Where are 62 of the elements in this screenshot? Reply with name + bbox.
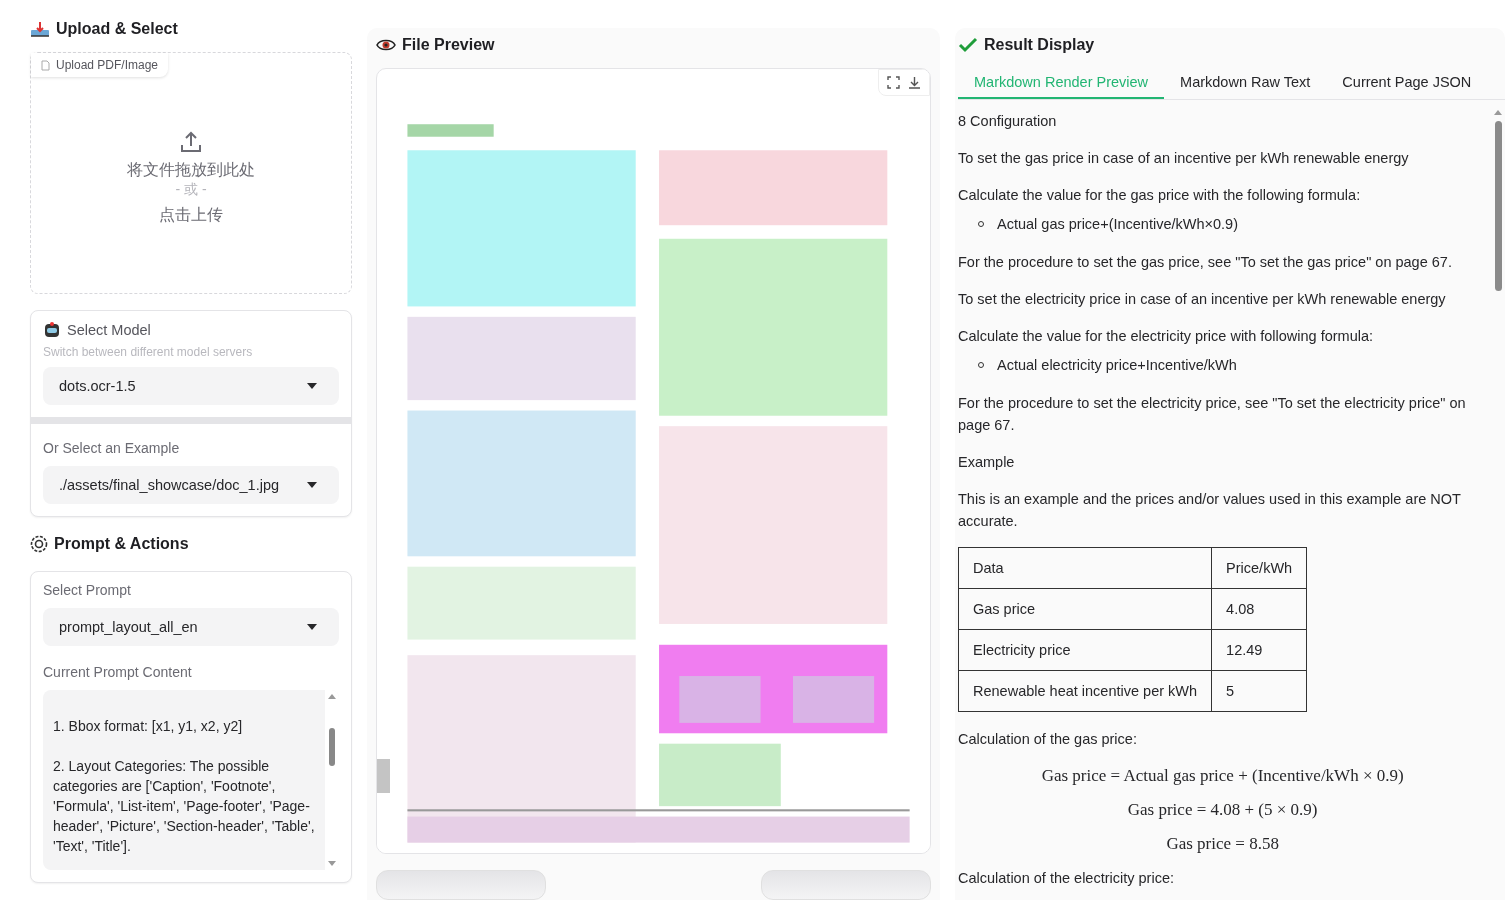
- prompt-text-area[interactable]: 1. Bbox format: [x1, y1, x2, y2] 2. Layout Categories: The possible categories are ['Caption', 'Footnote', 'Formula', 'List-item', 'Page-footer', 'Page-header', 'Picture', 'Section-header', 'Table', 'Text', 'Title'].: [43, 690, 339, 870]
- dropdown[interactable]: dots.ocr-1.5: [43, 367, 339, 405]
- robot-icon: [43, 321, 61, 339]
- paragraph: Calculation of the electricity price:: [958, 869, 1175, 888]
- paragraph: To set the electricity price in case of an incentive per kWh renewable energy: [958, 290, 1447, 309]
- formula: Gas price = Actual gas price + (Incentive/kWh × 0.9): [1040, 765, 1405, 787]
- formula: Gas price = 4.08 + (5 × 0.9): [1126, 799, 1319, 821]
- caret-icon: [307, 383, 317, 389]
- paragraph: Example: [958, 453, 1016, 472]
- list-item: Actual electricity price+Incentive/kWh: [997, 356, 1237, 375]
- dropdown[interactable]: ./assets/final_showcase/doc_1.jpg: [43, 466, 339, 504]
- scrollbar-thumb[interactable]: [329, 728, 335, 766]
- scrollbar[interactable]: [377, 759, 390, 793]
- paragraph: 8 Configuration: [958, 112, 1058, 131]
- upload-icon: [179, 130, 203, 154]
- tab[interactable]: Current Page JSON: [1326, 66, 1488, 99]
- table-cell: 12.49: [1211, 629, 1307, 671]
- paragraph: Calculate the value for the gas price with the following formula:: [958, 186, 1362, 205]
- section-title: File Preview: [402, 36, 495, 54]
- scroll-up-icon[interactable]: [1494, 110, 1503, 115]
- field-hint: Switch between different model servers: [43, 345, 254, 359]
- dropdown[interactable]: prompt_layout_all_en: [43, 608, 339, 646]
- upload-tray-icon: [30, 21, 50, 37]
- upload-dropzone[interactable]: Upload PDF/Image 将文件拖放到此处 - 或 - 点击上传: [30, 52, 352, 294]
- field-label: Current Prompt Content: [43, 664, 193, 680]
- paragraph: To set the gas price in case of an incentive per kWh renewable energy: [958, 149, 1410, 168]
- check-icon: [958, 37, 978, 53]
- section-title: Result Display: [984, 36, 1095, 54]
- eye-icon: [376, 38, 396, 52]
- click-upload-text: 点击上传: [159, 205, 223, 225]
- field-label: Select Model: [67, 322, 151, 338]
- field-label: Or Select an Example: [43, 440, 181, 456]
- section-title: Upload & Select: [56, 20, 178, 38]
- drop-text: 将文件拖放到此处: [127, 160, 255, 180]
- download-icon[interactable]: [908, 76, 921, 89]
- fullscreen-icon[interactable]: [887, 76, 900, 89]
- paragraph: For the procedure to set the gas price, see "To set the gas price" on page 67.: [958, 253, 1453, 272]
- table-cell: Price/kWh: [1211, 547, 1307, 589]
- upload-tab[interactable]: Upload PDF/Image: [31, 53, 169, 77]
- table-cell: 5: [1211, 670, 1307, 712]
- table-cell: Gas price: [958, 588, 1212, 630]
- tab[interactable]: Markdown Raw Text: [1164, 66, 1327, 99]
- or-text: - 或 -: [175, 181, 207, 199]
- table-cell: Electricity price: [958, 629, 1212, 671]
- field-label: Select Prompt: [43, 582, 132, 598]
- table-cell: Data: [958, 547, 1212, 589]
- caret-icon: [307, 624, 317, 630]
- file-icon: [41, 59, 50, 71]
- table-cell: 4.08: [1211, 588, 1307, 630]
- paragraph: Calculate the value for the electricity price with following formula:: [958, 327, 1375, 346]
- formula: Gas price = 8.58: [1165, 833, 1280, 855]
- paragraph: For the procedure to set the electricity price, see "To set the electricity price" on page 67.: [958, 394, 1467, 435]
- table-cell: Renewable heat incentive per kWh: [958, 670, 1212, 712]
- scroll-up-icon[interactable]: [328, 694, 336, 699]
- section-title: Prompt & Actions: [54, 535, 189, 553]
- scrollbar-thumb[interactable]: [1494, 121, 1502, 291]
- paragraph: Calculation of the gas price:: [958, 730, 1138, 749]
- list-item: Actual gas price+(Incentive/kWh×0.9): [997, 215, 1238, 234]
- settings-icon: [30, 535, 48, 553]
- caret-icon: [307, 482, 317, 488]
- paragraph: This is an example and the prices and/or values used in this example are NOT accurate.: [958, 490, 1462, 531]
- scroll-down-icon[interactable]: [328, 861, 336, 866]
